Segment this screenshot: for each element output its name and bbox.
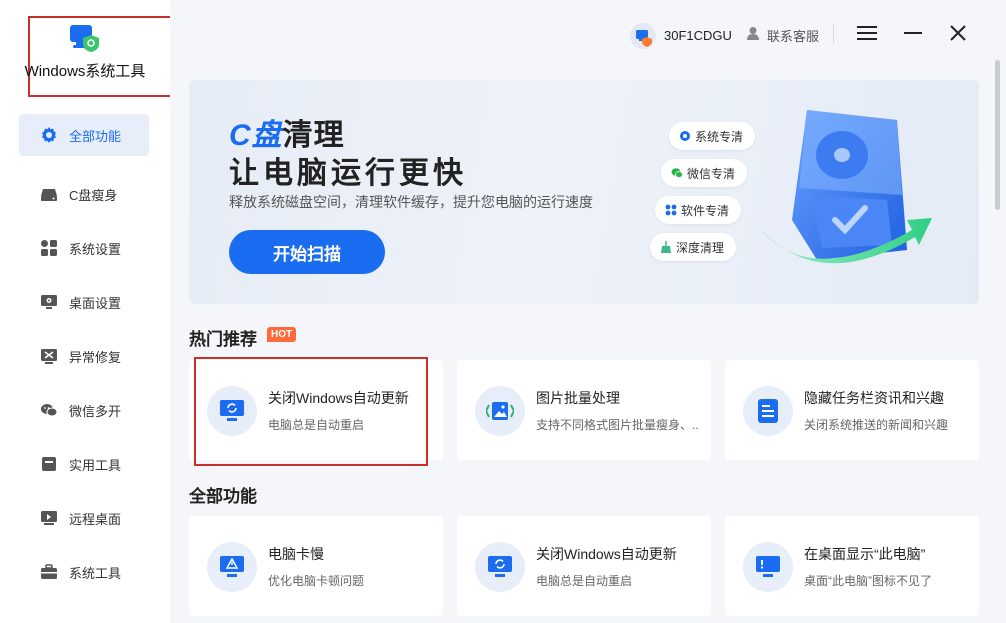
- card-title: 在桌面显示“此电脑”: [804, 546, 926, 562]
- card-subtitle: 支持不同格式图片批量瘦身、..: [536, 418, 699, 432]
- user-id[interactable]: 30F1CDGU: [664, 28, 732, 43]
- monitor-refresh-icon: [475, 542, 525, 592]
- hot-badge: HOT: [267, 327, 297, 342]
- image-batch-icon: [475, 386, 525, 436]
- card-subtitle: 电脑总是自动重启: [268, 418, 365, 432]
- monitor-refresh-icon: [207, 386, 257, 436]
- card-subtitle: 桌面“此电脑”图标不见了: [804, 574, 932, 588]
- briefcase-icon: [40, 563, 58, 581]
- sidebar-item-label: 系统设置: [69, 241, 122, 257]
- card-hide-taskbar-news[interactable]: 隐藏任务栏资讯和兴趣 关闭系统推送的新闻和兴趣: [725, 360, 979, 460]
- chip-label: 微信专清: [687, 166, 736, 181]
- app-title: Windows系统工具: [24, 63, 146, 80]
- customer-service-link[interactable]: 联系客服: [767, 26, 819, 45]
- grid-settings-icon: [40, 239, 58, 257]
- chip-system-clean[interactable]: 系统专清: [669, 122, 756, 150]
- banner-description: 释放系统磁盘空间，清理软件缓存，提升您电脑的运行速度: [229, 194, 593, 210]
- menu-button[interactable]: [853, 20, 881, 46]
- banner-subtitle: 让电脑运行更快: [229, 157, 467, 190]
- customer-service-icon[interactable]: [746, 26, 760, 40]
- sidebar-item-label: 异常修复: [69, 349, 122, 365]
- remote-desktop-icon: [40, 509, 58, 527]
- gear-icon: [680, 131, 690, 141]
- broom-icon: [661, 241, 671, 253]
- apps-icon: [665, 204, 677, 216]
- sidebar-item-system-settings[interactable]: 系统设置: [0, 221, 170, 275]
- sidebar: Windows系统工具 全部功能 C盘瘦身 系统设置 桌面设置 异常修复 微信多…: [0, 0, 174, 623]
- gear-icon: [40, 126, 58, 144]
- chip-wechat-clean[interactable]: 微信专清: [661, 159, 748, 187]
- chip-label: 系统专清: [695, 129, 744, 144]
- sidebar-item-wechat[interactable]: 微信多开: [0, 383, 170, 437]
- sidebar-nav: 全部功能 C盘瘦身 系统设置 桌面设置 异常修复 微信多开 实用工具 远程桌面 …: [0, 113, 170, 599]
- card-subtitle: 关闭系统推送的新闻和兴趣: [804, 418, 949, 432]
- desktop-settings-icon: [40, 293, 58, 311]
- main-content: 30F1CDGU 联系客服 C盘清理 让电脑运行更快 释放系统磁盘空间，清理软件…: [170, 0, 1006, 623]
- sidebar-item-c-drive[interactable]: C盘瘦身: [0, 167, 170, 221]
- sidebar-item-label: 实用工具: [69, 457, 122, 473]
- disk-icon: [40, 185, 58, 203]
- sidebar-item-repair[interactable]: 异常修复: [0, 329, 170, 383]
- minimize-button[interactable]: [899, 20, 927, 46]
- sidebar-item-system-tools[interactable]: 系统工具: [0, 545, 170, 599]
- close-icon: [950, 25, 966, 41]
- sidebar-item-label: 微信多开: [69, 403, 122, 419]
- logo-highlight-box: [28, 16, 174, 97]
- sidebar-item-label: 全部功能: [69, 128, 122, 144]
- card-title: 隐藏任务栏资讯和兴趣: [804, 390, 944, 406]
- card-title: 关闭Windows自动更新: [536, 546, 677, 562]
- card-title: 图片批量处理: [536, 390, 620, 406]
- user-avatar-icon[interactable]: [630, 23, 656, 49]
- all-features-title: 全部功能: [189, 487, 257, 506]
- sidebar-item-label: 远程桌面: [69, 511, 122, 527]
- card-title: 关闭Windows自动更新: [268, 390, 409, 406]
- card-disable-windows-update[interactable]: 关闭Windows自动更新 电脑总是自动重启: [189, 360, 443, 460]
- card-subtitle: 电脑总是自动重启: [536, 574, 633, 588]
- c-drive-cleanup-banner: C盘清理 让电脑运行更快 释放系统磁盘空间，清理软件缓存，提升您电脑的运行速度 …: [189, 80, 979, 304]
- chip-deep-clean[interactable]: 深度清理: [650, 233, 737, 261]
- card-pc-slow[interactable]: 电脑卡慢 优化电脑卡顿问题: [189, 516, 443, 616]
- hot-section-title: 热门推荐: [189, 330, 257, 349]
- card-title: 电脑卡慢: [268, 546, 324, 562]
- wechat-icon: [671, 168, 683, 178]
- card-batch-image-processing[interactable]: 图片批量处理 支持不同格式图片批量瘦身、..: [457, 360, 711, 460]
- sidebar-item-remote-desktop[interactable]: 远程桌面: [0, 491, 170, 545]
- start-scan-button[interactable]: 开始扫描: [229, 230, 385, 274]
- app-logo-icon: [70, 25, 99, 52]
- monitor-alert-icon: [743, 542, 793, 592]
- sidebar-item-label: 桌面设置: [69, 295, 122, 311]
- sidebar-item-utilities[interactable]: 实用工具: [0, 437, 170, 491]
- scrollbar[interactable]: [995, 60, 1000, 210]
- titlebar: 30F1CDGU 联系客服: [170, 0, 1006, 66]
- titlebar-divider: [833, 24, 834, 44]
- sidebar-item-all-features[interactable]: 全部功能: [0, 113, 170, 157]
- card-show-this-pc[interactable]: 在桌面显示“此电脑” 桌面“此电脑”图标不见了: [725, 516, 979, 616]
- sidebar-item-label: C盘瘦身: [69, 187, 118, 203]
- hamburger-icon: [857, 26, 877, 40]
- card-disable-windows-update-all[interactable]: 关闭Windows自动更新 电脑总是自动重启: [457, 516, 711, 616]
- hard-drive-illustration: [757, 110, 932, 264]
- card-subtitle: 优化电脑卡顿问题: [268, 574, 365, 588]
- close-button[interactable]: [944, 20, 972, 46]
- news-icon: [743, 386, 793, 436]
- wechat-icon: [40, 401, 58, 419]
- chip-software-clean[interactable]: 软件专清: [655, 196, 742, 224]
- chip-label: 软件专清: [681, 203, 730, 218]
- sidebar-item-desktop-settings[interactable]: 桌面设置: [0, 275, 170, 329]
- toolbox-icon: [40, 455, 58, 473]
- monitor-warning-icon: [207, 542, 257, 592]
- sidebar-item-label: 系统工具: [69, 565, 122, 581]
- repair-icon: [40, 347, 58, 365]
- chip-label: 深度清理: [676, 240, 725, 255]
- minimize-icon: [904, 32, 922, 34]
